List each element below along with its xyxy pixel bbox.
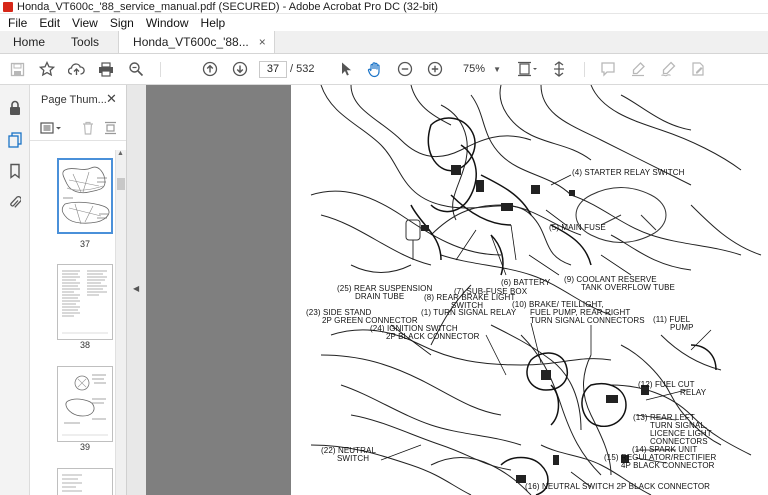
toolbar-divider [584, 62, 585, 77]
menu-window[interactable]: Window [140, 16, 195, 30]
thumbnail-options-icon[interactable] [40, 119, 62, 137]
fill-sign-icon[interactable] [688, 59, 708, 79]
page-thumbnail-40[interactable] [57, 468, 113, 495]
thumbnail-label: 37 [79, 239, 90, 249]
close-panel-icon[interactable]: ✕ [106, 91, 117, 107]
callout-rear-suspension-2: DRAIN TUBE [355, 292, 405, 301]
document-viewport[interactable]: (4) STARTER RELAY SWITCH (5) MAIN FUSE (… [146, 85, 768, 495]
menu-bar: File Edit View Sign Window Help [0, 14, 768, 31]
page-number-input[interactable]: 37 [259, 61, 287, 78]
callout-main-fuse: (5) MAIN FUSE [549, 223, 606, 232]
menu-edit[interactable]: Edit [33, 16, 66, 30]
hand-tool-icon[interactable] [365, 59, 385, 79]
menu-view[interactable]: View [66, 16, 104, 30]
tab-tools[interactable]: Tools [58, 31, 112, 53]
page-thumbnail-39[interactable] [57, 366, 113, 442]
callout-neutral-switch-connector: (16) NEUTRAL SWITCH 2P BLACK CONNECTOR [525, 482, 711, 491]
callout-fuel-cut-relay-2: RELAY [680, 388, 707, 397]
comment-icon[interactable] [598, 59, 618, 79]
callout-fuel-pump-2: PUMP [670, 323, 694, 332]
callout-starter-relay-switch: (4) STARTER RELAY SWITCH [572, 168, 685, 177]
toolbar-divider [160, 62, 161, 77]
zoom-level-dropdown[interactable]: 75% ▼ [455, 61, 505, 78]
acrobat-app-icon [3, 1, 13, 12]
tab-bar: Home Tools Honda_VT600c_'88... × [0, 31, 768, 54]
panel-toolbar [30, 115, 126, 141]
attachments-paperclip-icon[interactable] [5, 192, 25, 212]
callout-turn-signal-relay: (1) TURN SIGNAL RELAY [421, 308, 517, 317]
cloud-upload-icon[interactable] [66, 59, 86, 79]
callout-neutral-switch-2: SWITCH [337, 454, 370, 463]
save-icon[interactable] [7, 59, 27, 79]
thumbnail-diagram [58, 367, 112, 441]
menu-file[interactable]: File [2, 16, 33, 30]
panel-title: Page Thum... [41, 94, 107, 106]
page-fit-icon[interactable] [515, 59, 541, 79]
page-thumbnails-icon[interactable] [5, 130, 25, 150]
menu-help[interactable]: Help [195, 16, 232, 30]
sign-pen-icon[interactable] [658, 59, 678, 79]
menu-sign[interactable]: Sign [104, 16, 140, 30]
zoom-out-icon[interactable] [395, 59, 415, 79]
window-title: Honda_VT600c_'88_service_manual.pdf (SEC… [17, 0, 438, 13]
previous-page-icon[interactable] [200, 59, 220, 79]
zoom-in-icon[interactable] [425, 59, 445, 79]
next-page-icon[interactable] [230, 59, 250, 79]
callout-coolant-reserve-2: TANK OVERFLOW TUBE [581, 283, 675, 292]
main-toolbar: 37 / 532 75% ▼ [0, 54, 768, 85]
page-thumbnail-37[interactable] [57, 158, 113, 234]
collapse-panel-arrow-icon[interactable]: ◀ [133, 284, 139, 293]
left-navigation-rail [0, 85, 30, 495]
zoom-search-icon[interactable] [126, 59, 146, 79]
thumbnail-text-page [58, 265, 112, 339]
callout-battery: (6) BATTERY [501, 278, 551, 287]
callout-regulator-rectifier-2: 4P BLACK CONNECTOR [621, 461, 715, 470]
chevron-down-icon: ▼ [493, 65, 501, 74]
panel-splitter[interactable]: ◀ [127, 85, 146, 495]
thumbnail-label: 38 [79, 340, 90, 350]
tab-home[interactable]: Home [0, 31, 58, 53]
callout-ignition-switch-2: 2P BLACK CONNECTOR [386, 332, 480, 341]
zoom-level-value: 75% [463, 63, 486, 75]
thumbnail-text-page [62, 474, 82, 492]
close-tab-icon[interactable]: × [259, 35, 266, 49]
bookmarks-icon[interactable] [5, 161, 25, 181]
delete-pages-icon[interactable] [82, 119, 94, 137]
thumbnail-scrollbar[interactable]: ▲ [115, 150, 126, 495]
page-layout-icon[interactable] [104, 119, 117, 137]
scroll-up-arrow-icon[interactable]: ▲ [117, 150, 124, 157]
tab-document[interactable]: Honda_VT600c_'88... × [118, 31, 275, 53]
bookmark-star-icon[interactable] [37, 59, 57, 79]
select-pointer-icon[interactable] [336, 59, 356, 79]
thumbnail-diagram [59, 160, 111, 232]
callout-brake-taillight-3: TURN SIGNAL CONNECTORS [530, 316, 645, 325]
print-icon[interactable] [96, 59, 116, 79]
page-thumbnails-panel: Page Thum... ✕ 37 38 39 [30, 85, 127, 495]
title-bar: Honda_VT600c_'88_service_manual.pdf (SEC… [0, 0, 768, 14]
scrollbar-thumb[interactable] [117, 178, 125, 190]
document-tab-label: Honda_VT600c_'88... [133, 35, 249, 49]
page-thumbnail-38[interactable] [57, 264, 113, 340]
lock-security-icon[interactable] [5, 98, 25, 118]
page-total-label: / 532 [290, 63, 315, 75]
pdf-page: (4) STARTER RELAY SWITCH (5) MAIN FUSE (… [291, 85, 768, 495]
highlight-pen-icon[interactable] [628, 59, 648, 79]
thumbnail-label: 39 [79, 442, 90, 452]
scroll-mode-icon[interactable] [549, 59, 569, 79]
